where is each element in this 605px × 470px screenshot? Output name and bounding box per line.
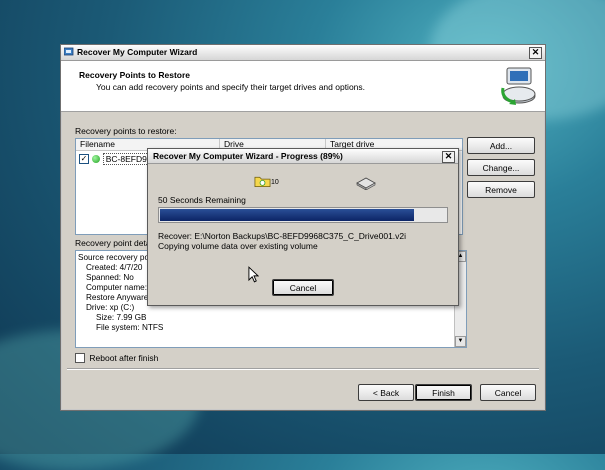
reboot-option[interactable]: Reboot after finish	[75, 352, 158, 363]
details-label: Recovery point detai	[75, 238, 153, 248]
time-remaining: 50 Seconds Remaining	[158, 195, 246, 205]
file-count: 10	[271, 179, 279, 186]
remove-button[interactable]: Remove	[467, 181, 535, 198]
progress-titlebar[interactable]: Recover My Computer Wizard - Progress (8…	[148, 149, 458, 164]
detail-line: File system: NTFS	[96, 323, 164, 332]
progress-bar	[158, 207, 448, 223]
folder-icon	[254, 176, 271, 188]
row-checkbox[interactable]: ✓	[79, 154, 89, 164]
wizard-titlebar[interactable]: Recover My Computer Wizard ✕	[61, 45, 545, 61]
reboot-label: Reboot after finish	[89, 352, 159, 363]
hard-drive-icon	[356, 177, 376, 190]
mouse-cursor-icon	[248, 266, 259, 283]
detail-line: Restore Anyware	[86, 293, 149, 302]
page-subtitle: You can add recovery points and specify …	[96, 82, 366, 92]
page-title: Recovery Points to Restore	[79, 70, 191, 80]
change-button[interactable]: Change...	[467, 159, 535, 176]
back-button[interactable]: < Back	[358, 384, 414, 401]
progress-dialog: Recover My Computer Wizard - Progress (8…	[147, 148, 459, 306]
detail-line: Source recovery poi	[78, 253, 151, 262]
scroll-down-icon[interactable]: ▼	[455, 336, 466, 347]
close-icon[interactable]: ✕	[529, 47, 542, 59]
recovery-points-label: Recovery points to restore:	[75, 126, 177, 136]
wizard-title: Recover My Computer Wizard	[77, 47, 198, 57]
reboot-checkbox[interactable]	[75, 352, 85, 363]
progress-bar-fill	[160, 209, 415, 221]
restore-disk-icon	[501, 67, 536, 105]
detail-line: Created: 4/7/20	[86, 263, 143, 272]
cancel-button[interactable]: Cancel	[480, 384, 536, 401]
recover-path: Recover: E:\Norton Backups\BC-8EFD9968C3…	[158, 231, 407, 241]
progress-title: Recover My Computer Wizard - Progress (8…	[153, 151, 343, 161]
progress-cancel-button[interactable]: Cancel	[272, 279, 334, 296]
app-icon	[64, 47, 74, 56]
detail-line: Size: 7.99 GB	[96, 313, 147, 322]
detail-line: Spanned: No	[86, 273, 134, 282]
status-ok-icon	[92, 155, 101, 163]
detail-line: Computer name:	[86, 283, 147, 292]
finish-button[interactable]: Finish	[415, 384, 472, 401]
progress-close-icon[interactable]: ✕	[442, 151, 455, 163]
detail-line: Drive: xp (C:)	[86, 303, 135, 312]
add-button[interactable]: Add...	[467, 137, 535, 154]
footer-divider	[67, 368, 539, 370]
status-text: Copying volume data over existing volume	[158, 241, 318, 251]
wizard-header: Recovery Points to Restore You can add r…	[61, 61, 545, 112]
